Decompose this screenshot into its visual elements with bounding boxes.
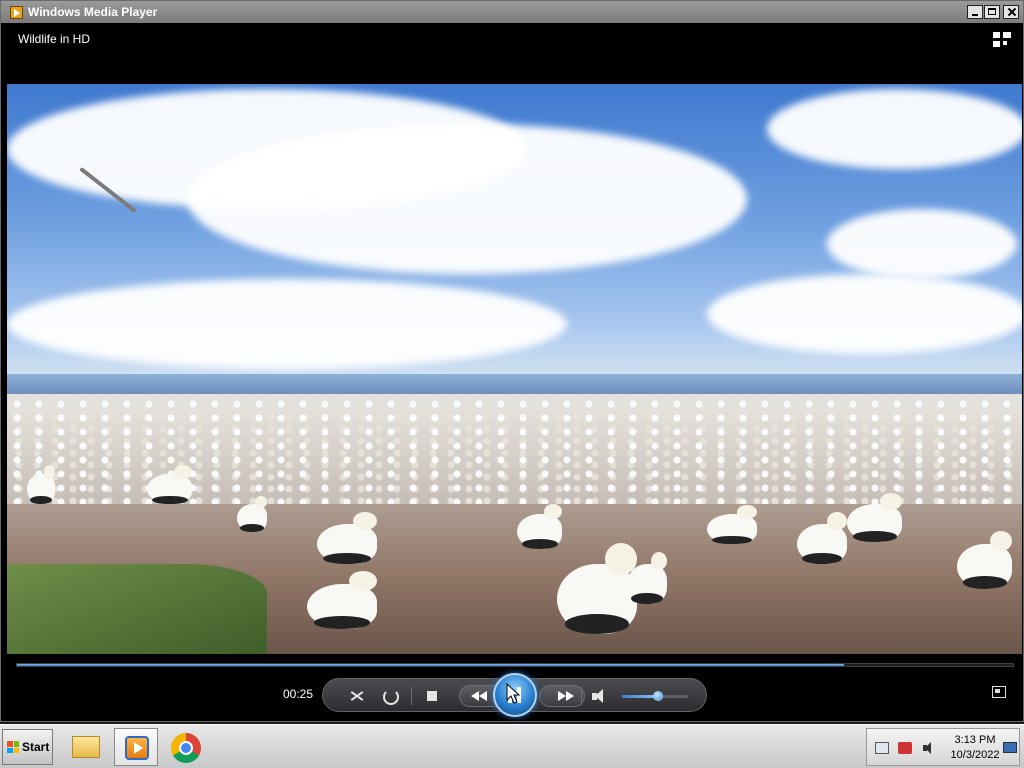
- taskbar-file-explorer[interactable]: [64, 728, 108, 766]
- stop-button[interactable]: [422, 686, 442, 706]
- windows-media-player-icon: [10, 6, 23, 19]
- title-bar[interactable]: Windows Media Player: [1, 1, 1023, 23]
- gannet: [317, 512, 377, 564]
- minimize-button[interactable]: [967, 5, 983, 19]
- gannet: [517, 503, 562, 549]
- taskbar-clock[interactable]: 3:13 PM 10/3/2022: [947, 733, 1003, 763]
- elapsed-time: 00:25: [283, 687, 314, 701]
- video-cloud: [707, 274, 1022, 354]
- gannet: [797, 512, 847, 564]
- gannet: [627, 552, 667, 604]
- show-desktop-icon[interactable]: [1003, 742, 1017, 753]
- seek-bar[interactable]: [16, 663, 1014, 667]
- gannet: [237, 495, 267, 533]
- gannet: [147, 465, 192, 505]
- video-cloud: [187, 124, 747, 274]
- volume-slider[interactable]: [622, 691, 688, 701]
- network-icon[interactable]: [875, 742, 889, 754]
- gannet: [847, 492, 902, 542]
- divider: [581, 687, 582, 705]
- window-title: Windows Media Player: [28, 5, 158, 19]
- windows-media-player-icon: [125, 736, 149, 760]
- chrome-icon: [171, 733, 201, 763]
- system-tray: 3:13 PM 10/3/2022: [866, 728, 1020, 766]
- taskbar: Start 3:13 PM 10/3/2022: [0, 724, 1024, 768]
- mute-button[interactable]: [589, 686, 609, 706]
- gannet: [957, 530, 1012, 589]
- gannet: [557, 543, 637, 634]
- media-player-window: Windows Media Player Wildlife in HD 00:2…: [0, 0, 1024, 722]
- close-button[interactable]: [1003, 5, 1019, 19]
- window-controls: [967, 5, 1019, 19]
- folder-icon: [72, 736, 100, 758]
- now-playing-title: Wildlife in HD: [18, 32, 91, 46]
- mouse-cursor-icon: [506, 683, 520, 704]
- start-label: Start: [22, 740, 50, 754]
- previous-icon: [471, 691, 479, 701]
- speaker-icon[interactable]: [922, 742, 936, 754]
- switch-to-library-icon[interactable]: [993, 32, 1011, 48]
- clock-date: 10/3/2022: [950, 749, 1000, 761]
- divider: [411, 687, 412, 705]
- video-cloud: [827, 209, 1017, 279]
- video-grass: [7, 564, 267, 654]
- start-button[interactable]: Start: [2, 729, 53, 765]
- volume-slider-thumb[interactable]: [653, 691, 664, 701]
- taskbar-google-chrome[interactable]: [164, 728, 208, 766]
- next-icon: [558, 691, 566, 701]
- gannet: [27, 465, 55, 505]
- video-display[interactable]: [7, 84, 1022, 654]
- clock-time: 3:13 PM: [954, 734, 996, 746]
- windows-logo-icon: [7, 741, 19, 753]
- next-button[interactable]: [539, 685, 585, 707]
- repeat-icon[interactable]: [380, 686, 400, 706]
- gannet: [307, 570, 377, 629]
- shuffle-icon[interactable]: [347, 686, 367, 706]
- previous-icon: [479, 691, 487, 701]
- fullscreen-button[interactable]: [992, 686, 1006, 698]
- next-icon: [566, 691, 574, 701]
- action-center-icon[interactable]: [898, 742, 912, 754]
- gannet: [707, 505, 757, 545]
- maximize-button[interactable]: [984, 5, 1000, 19]
- taskbar-windows-media-player[interactable]: [114, 728, 158, 766]
- video-cloud: [767, 89, 1022, 169]
- video-cloud: [7, 279, 567, 369]
- seek-bar-progress: [17, 664, 844, 666]
